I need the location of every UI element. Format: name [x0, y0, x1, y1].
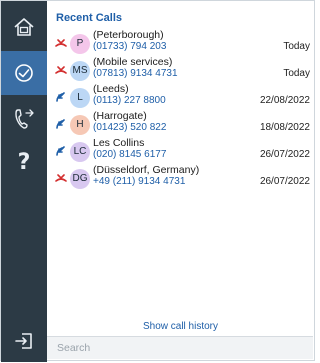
show-call-history-link[interactable]: Show call history [47, 321, 314, 332]
recent-calls-panel: Recent Calls P (Peterborough) (01733) 794 … [47, 1, 314, 338]
logout-button[interactable] [1, 319, 47, 363]
caller-number[interactable]: (07813) 9134 4731 [93, 68, 178, 79]
missed-call-icon [55, 174, 67, 182]
section-title: Recent Calls [56, 12, 123, 24]
home-button[interactable] [1, 5, 47, 49]
transfer-button[interactable] [1, 97, 47, 141]
avatar: L [70, 88, 90, 108]
caller-name: (Düsseldorf, Germany) [93, 164, 200, 176]
call-row[interactable]: H (Harrogate) (01423) 520 822 18/08/2022 [47, 109, 314, 136]
transfer-phone-icon [15, 109, 34, 129]
caller-number[interactable]: (01423) 520 822 [93, 122, 166, 133]
caller-name: (Harrogate) [93, 110, 147, 122]
caller-number[interactable]: (0113) 227 8800 [93, 95, 166, 106]
call-row[interactable]: MS (Mobile services) (07813) 9134 4731 Toda… [47, 55, 314, 82]
caller-number[interactable]: (01733) 794 203 [93, 41, 166, 52]
caller-name: (Mobile services) [93, 56, 173, 68]
call-row[interactable]: L (Leeds) (0113) 227 8800 22/08/2022 [47, 82, 314, 109]
nav-rail: ? [1, 1, 47, 362]
app-window: ? Recent Calls P (Peterborough) (01733) 79… [0, 0, 315, 362]
call-date: 26/07/2022 [259, 149, 310, 160]
caller-name: (Peterborough) [93, 29, 164, 41]
missed-call-icon [55, 39, 67, 47]
incoming-call-icon [56, 92, 65, 102]
call-date: Today [283, 41, 310, 52]
search-input[interactable] [57, 340, 297, 356]
avatar: P [70, 34, 90, 54]
caller-name: (Leeds) [93, 83, 129, 95]
caller-number[interactable]: +49 (211) 9134 4731 [93, 176, 185, 187]
avatar: LC [70, 142, 90, 162]
incoming-call-icon [56, 146, 65, 156]
call-date: 26/07/2022 [259, 176, 310, 187]
call-list: P (Peterborough) (01733) 794 203 Today MS (Mo… [47, 28, 314, 190]
avatar: MS [70, 61, 90, 81]
caller-number[interactable]: (020) 8145 6177 [93, 149, 166, 160]
help-icon: ? [17, 150, 31, 175]
search-bar [47, 336, 313, 359]
logout-icon [15, 333, 32, 349]
call-row[interactable]: LC Les Collins (020) 8145 6177 26/07/2022 [47, 136, 314, 163]
caller-name: Les Collins [93, 137, 145, 149]
avatar: DG [70, 169, 90, 189]
home-icon [14, 18, 34, 36]
call-row[interactable]: P (Peterborough) (01733) 794 203 Today [47, 28, 314, 55]
missed-call-icon [55, 66, 67, 74]
help-button[interactable]: ? [1, 141, 47, 185]
incoming-call-icon [56, 119, 65, 129]
call-row[interactable]: DG (Düsseldorf, Germany) +49 (211) 9134 47… [47, 163, 314, 190]
call-date: 22/08/2022 [259, 95, 310, 106]
avatar: H [70, 115, 90, 135]
recent-calls-clock-icon [15, 64, 33, 82]
call-date: Today [283, 68, 310, 79]
call-date: 18/08/2022 [259, 122, 310, 133]
recent-calls-button[interactable] [1, 51, 47, 95]
